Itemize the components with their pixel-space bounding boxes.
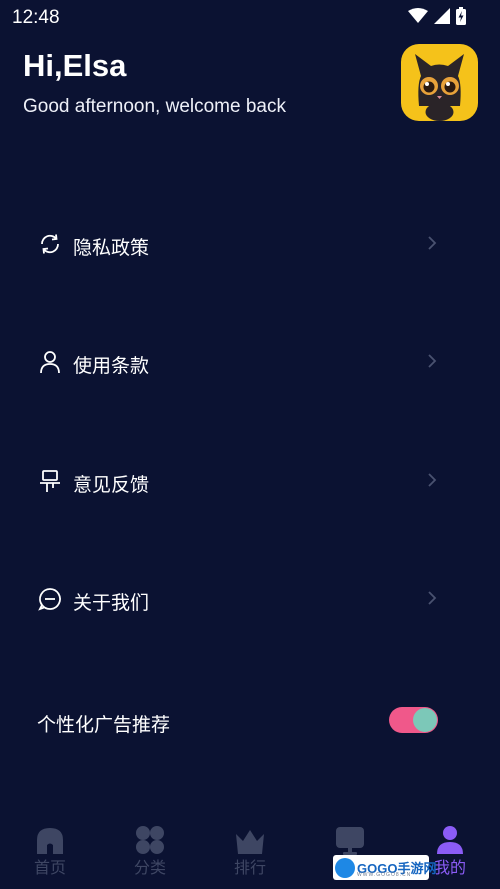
status-time: 12:48 (12, 7, 60, 28)
greeting-title: Hi,Elsa (23, 48, 127, 83)
chevron-right-icon (428, 473, 437, 487)
personalized-ads-label: 个性化广告推荐 (37, 715, 171, 736)
menu-label: 关于我们 (73, 593, 150, 614)
wifi-icon (408, 8, 428, 23)
menu-label: 隐私政策 (73, 238, 150, 259)
menu-label: 使用条款 (73, 356, 150, 377)
menu-item-about-us[interactable]: 关于我们 (0, 568, 500, 628)
person-icon (40, 351, 60, 374)
nav-label: 排行 (233, 860, 266, 877)
menu-item-terms-of-use[interactable]: 使用条款 (0, 331, 500, 391)
chat-bubble-icon (38, 588, 61, 611)
nav-label: 首页 (33, 860, 66, 877)
watermark-logo: GOGO手游网 WWW.GOGO8.CN (333, 855, 436, 880)
crown-icon (236, 830, 264, 854)
signal-icon (434, 8, 450, 24)
chevron-right-icon (428, 236, 437, 250)
avatar[interactable] (401, 44, 478, 121)
nav-category[interactable]: 分类 (100, 815, 200, 889)
chevron-right-icon (428, 354, 437, 368)
category-icon (136, 826, 164, 854)
menu-label: 意见反馈 (73, 475, 150, 496)
watermark-globe-icon (335, 858, 355, 878)
monitor-icon (336, 827, 364, 855)
status-bar: 12:48 (0, 0, 500, 34)
chevron-right-icon (428, 591, 437, 605)
status-icons (408, 7, 466, 25)
cat-avatar-icon (415, 54, 464, 121)
nav-home[interactable]: 首页 (0, 815, 100, 889)
feedback-icon (40, 470, 60, 492)
toggle-knob (413, 708, 437, 732)
personalized-ads-toggle[interactable] (389, 707, 438, 733)
nav-ranking[interactable]: 排行 (200, 815, 300, 889)
home-icon (37, 828, 63, 854)
menu-item-privacy-policy[interactable]: 隐私政策 (0, 213, 500, 273)
menu-item-feedback[interactable]: 意见反馈 (0, 450, 500, 510)
greeting-subtitle: Good afternoon, welcome back (23, 96, 286, 117)
profile-icon (437, 826, 463, 854)
nav-label: 分类 (133, 860, 166, 877)
personalized-ads-row: 个性化广告推荐 (0, 690, 500, 750)
battery-icon (456, 7, 466, 25)
watermark-subtext: WWW.GOGO8.CN (357, 872, 412, 878)
refresh-icon (41, 234, 59, 254)
